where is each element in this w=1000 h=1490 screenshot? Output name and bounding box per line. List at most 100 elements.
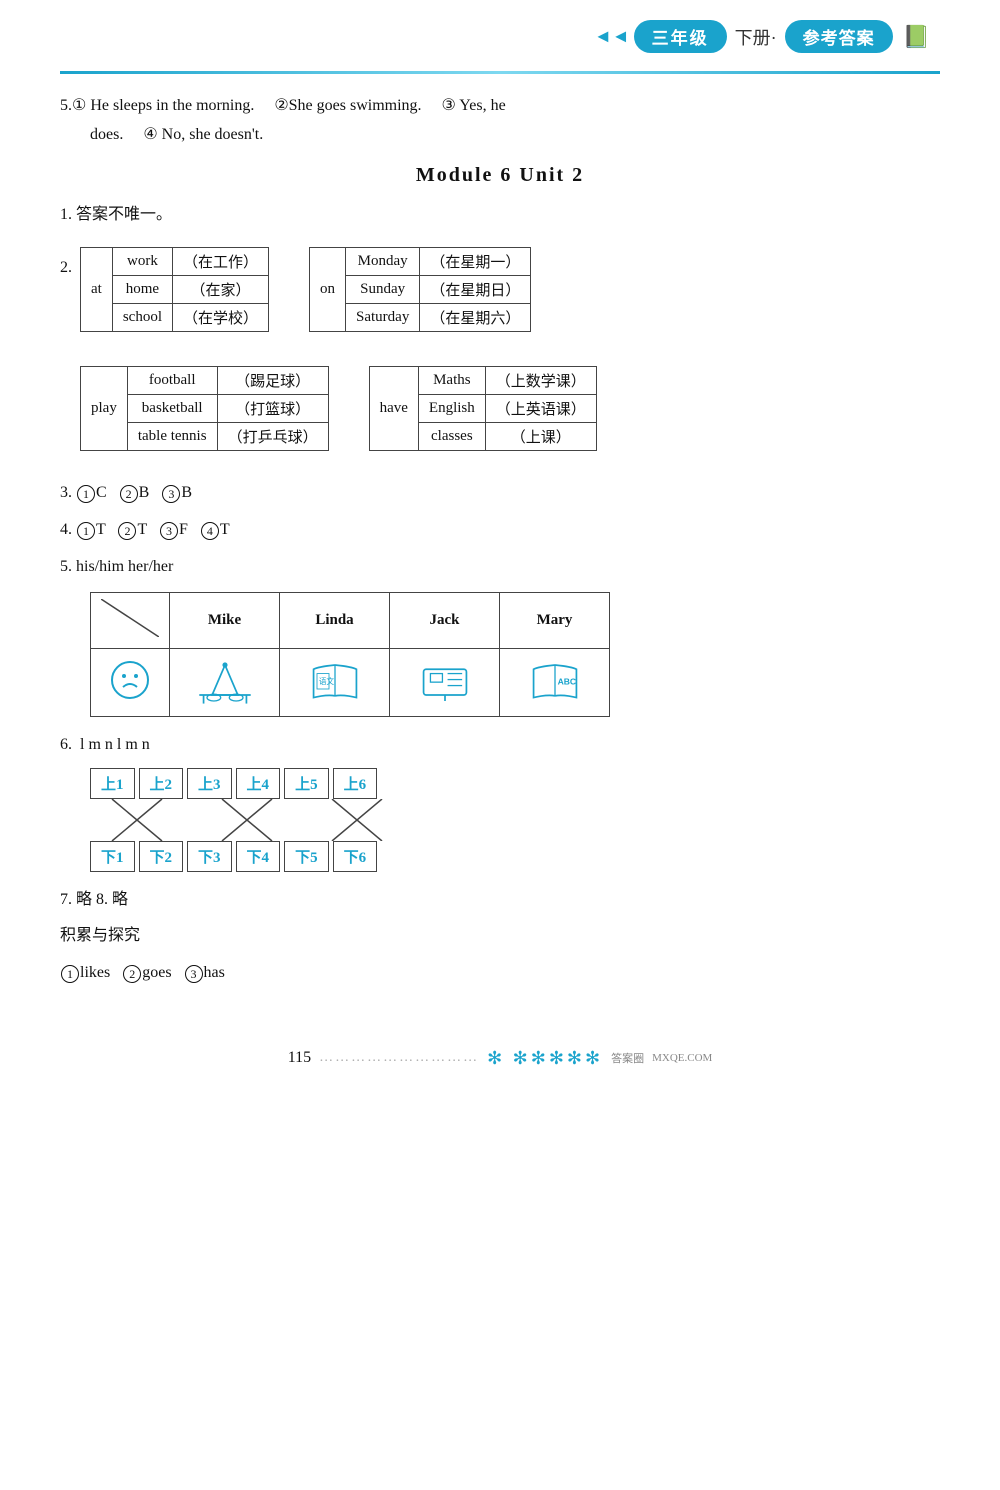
page-footer: 115 ………………………… ✻ ✻✻✻✻✻ 答案圈 MXQE.COM [60,1048,940,1069]
at-work: work [112,248,172,276]
q2-tables-top: at work （在工作） home （在家） school （在学校） on … [80,247,597,332]
header-line [60,71,940,74]
play-label: play [81,367,128,451]
at-school-cn: （在学校） [173,304,269,332]
on-monday: Monday [346,248,420,276]
box-bottom-6: 下6 [333,841,378,872]
grade-badge: ◄◄ 三年级 下册· 参考答案 📗 [594,20,930,53]
q2-at-table: at work （在工作） home （在家） school （在学校） [80,247,269,332]
footer-url: MXQE.COM [652,1052,712,1064]
table-header-jack: Jack [390,592,500,648]
q3-item: 3. 1C 2B 3B [60,479,940,508]
mary-pic-cell: ABC [500,648,610,716]
on-label: on [310,248,346,332]
module-title: Module 6 Unit 2 [60,164,940,187]
mary-pic-icon: ABC [525,655,585,705]
table-header-diag [91,592,170,648]
box-bottom-4: 下4 [236,841,281,872]
q6-item: 6. l m n l m n [60,731,940,760]
jack-pic-icon [415,655,475,705]
mike-pic-icon [195,655,255,705]
linda-pic-icon: 语文 [305,655,365,705]
box-top-1: 上1 [90,768,135,799]
box-top-3: 上3 [187,768,232,799]
acc-answers-text: 1likes 2goes 3has [60,964,225,981]
have-maths: Maths [418,367,485,395]
sad-face-icon [110,660,150,700]
sad-face-cell [91,648,170,716]
footer-logo: 答案圈 [611,1050,644,1066]
book-icon: 📗 [903,24,930,50]
q5-sentence: 5.① He sleeps in the morning. ②She goes … [60,92,940,150]
on-sunday: Sunday [346,276,420,304]
q1-item: 1. 答案不唯一。 [60,201,940,230]
play-tabletennis: table tennis [127,423,217,451]
table-header-linda: Linda [280,592,390,648]
play-basketball: basketball [127,395,217,423]
q6-top-row: 上1 上2 上3 上4 上5 上6 [90,768,940,799]
q2-tables-bottom: play football （踢足球） basketball （打篮球） tab… [80,366,597,451]
table-row: 语文 [91,648,610,716]
q5-part5: ④ No, she doesn't. [143,126,263,143]
svg-text:语文: 语文 [318,676,334,686]
picture-table: Mike Linda Jack Mary [90,592,610,717]
have-maths-cn: （上数学课） [485,367,596,395]
on-sunday-cn: （在星期日） [420,276,531,304]
accumulate-item: 积累与探究 [60,922,940,951]
q2-have-table: have Maths （上数学课） English （上英语课） classes… [369,366,597,451]
table-header-mike: Mike [170,592,280,648]
at-label: at [81,248,113,332]
q4-item: 4. 1T 2T 3F 4T [60,516,940,545]
svg-text:ABC: ABC [557,676,576,686]
q5-part2: ②She goes swimming. [274,97,421,114]
q7-q8-item: 7. 略 8. 略 [60,886,940,915]
grade-label: 三年级 [634,20,727,53]
have-classes: classes [418,423,485,451]
acc-answers-item: 1likes 2goes 3has [60,959,940,988]
q2-label: 2. [60,237,72,277]
box-top-4: 上4 [236,768,281,799]
at-work-cn: （在工作） [173,248,269,276]
have-english-cn: （上英语课） [485,395,596,423]
arrow-icon: ◄◄ [594,26,630,47]
cross-lines [90,799,420,841]
at-home: home [112,276,172,304]
q5-part4: does. [90,126,123,143]
q5-part3: ③ Yes, he [442,97,506,114]
play-basketball-cn: （打篮球） [217,395,328,423]
picture-table-wrap: Mike Linda Jack Mary [90,592,940,717]
box-top-6: 上6 [333,768,378,799]
q5-his-text: 5. his/him her/her [60,558,173,575]
q6-label: 6. [60,736,72,753]
accumulate-title: 积累与探究 [60,927,140,944]
play-football: football [127,367,217,395]
q4-text: 4. 1T 2T 3F 4T [60,521,230,538]
q5-part1: 5.① He sleeps in the morning. [60,97,254,114]
q3-text: 3. 1C 2B 3B [60,484,192,501]
answer-label: 参考答案 [785,20,893,53]
at-home-cn: （在家） [173,276,269,304]
diagonal-line-icon [101,599,159,637]
play-football-cn: （踢足球） [217,367,328,395]
mike-pic-cell [170,648,280,716]
footer-dots: ………………………… [319,1050,479,1066]
jack-pic-cell [390,648,500,716]
q6-boxes-container: 上1 上2 上3 上4 上5 上6 下1 下2 下3 下4 下5 下6 [90,768,940,872]
box-bottom-2: 下2 [139,841,184,872]
play-tabletennis-cn: （打乒乓球） [217,423,328,451]
on-saturday: Saturday [346,304,420,332]
q6-bottom-row: 下1 下2 下3 下4 下5 下6 [90,841,940,872]
page-header: ◄◄ 三年级 下册· 参考答案 📗 [60,20,940,53]
have-label: have [369,367,418,451]
q5-his-item: 5. his/him her/her [60,553,940,582]
cross-lines-svg [90,799,420,841]
box-bottom-1: 下1 [90,841,135,872]
q1-text: 1. 答案不唯一。 [60,206,172,223]
on-monday-cn: （在星期一） [420,248,531,276]
q2-play-table: play football （踢足球） basketball （打篮球） tab… [80,366,329,451]
have-english: English [418,395,485,423]
box-bottom-3: 下3 [187,841,232,872]
have-classes-cn: （上课） [485,423,596,451]
box-top-2: 上2 [139,768,184,799]
box-top-5: 上5 [284,768,329,799]
